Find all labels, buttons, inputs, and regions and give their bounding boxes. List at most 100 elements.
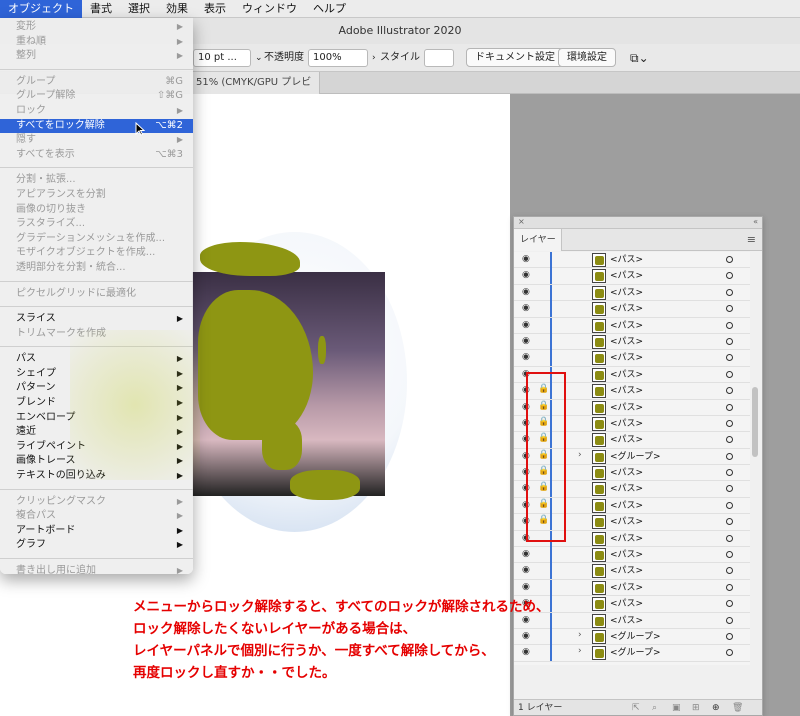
search-icon[interactable]: ⌕ xyxy=(652,700,657,716)
layer-name[interactable]: <パス> xyxy=(610,432,643,448)
layer-name[interactable]: <パス> xyxy=(610,285,643,301)
layer-name[interactable]: <パス> xyxy=(610,547,643,563)
target-circle-icon[interactable] xyxy=(726,370,733,378)
layer-row[interactable]: ◉ <パス> xyxy=(514,317,750,334)
menu-item[interactable]: アートボード ▶ xyxy=(0,524,193,539)
target-circle-icon[interactable] xyxy=(726,518,733,526)
visibility-eye-icon[interactable]: ◉ xyxy=(522,549,530,559)
target-circle-icon[interactable] xyxy=(726,485,733,493)
clipping-mask-icon[interactable]: ▣ xyxy=(672,700,681,716)
layer-name[interactable]: <パス> xyxy=(610,400,643,416)
menu-item[interactable]: すべてをロック解除 ⌥⌘2 xyxy=(0,118,193,134)
visibility-eye-icon[interactable]: ◉ xyxy=(522,254,530,264)
layer-name[interactable]: <パス> xyxy=(610,334,643,350)
layer-row[interactable]: ◉ <パス> xyxy=(514,579,750,597)
target-circle-icon[interactable] xyxy=(726,452,733,460)
target-circle-icon[interactable] xyxy=(726,551,733,559)
menu-item[interactable]: 効果 xyxy=(158,0,196,18)
target-circle-icon[interactable] xyxy=(726,567,733,575)
layer-name[interactable]: <パス> xyxy=(610,465,643,481)
visibility-eye-icon[interactable]: ◉ xyxy=(522,565,530,575)
layer-name[interactable]: <グループ> xyxy=(610,629,661,645)
target-circle-icon[interactable] xyxy=(726,649,733,657)
expand-chevron-icon[interactable]: › xyxy=(578,646,582,656)
target-circle-icon[interactable] xyxy=(726,337,733,345)
layer-row[interactable]: ◉ <パス> xyxy=(514,268,750,285)
target-circle-icon[interactable] xyxy=(726,288,733,296)
collapse-icon[interactable]: « xyxy=(753,217,758,226)
layer-row[interactable]: ◉ <パス> xyxy=(514,252,750,269)
menu-item[interactable]: スライス ▶ xyxy=(0,312,193,327)
visibility-eye-icon[interactable]: ◉ xyxy=(522,287,530,297)
layer-name[interactable]: <パス> xyxy=(610,318,643,334)
layer-name[interactable]: <パス> xyxy=(610,498,643,514)
target-circle-icon[interactable] xyxy=(726,632,733,640)
layer-name[interactable]: <パス> xyxy=(610,481,643,497)
target-circle-icon[interactable] xyxy=(726,583,733,591)
menu-item[interactable]: 表示 xyxy=(196,0,234,18)
layer-row[interactable]: ◉ <パス> xyxy=(514,350,750,367)
export-icon[interactable]: ⇱ xyxy=(632,700,640,716)
layer-name[interactable]: <パス> xyxy=(610,252,643,268)
layer-name[interactable]: <グループ> xyxy=(610,645,661,661)
layer-scrollbar[interactable] xyxy=(750,257,760,662)
layer-row[interactable]: ◉ <パス> xyxy=(514,563,750,580)
layer-name[interactable]: <パス> xyxy=(610,596,643,612)
style-swatch[interactable] xyxy=(424,49,454,67)
opacity-field[interactable]: 100% xyxy=(308,49,368,67)
layer-name[interactable]: <グループ> xyxy=(610,449,661,465)
menu-object[interactable]: オブジェクト xyxy=(0,0,82,18)
layer-name[interactable]: <パス> xyxy=(610,580,643,596)
chevron-down-icon[interactable]: ⌄ xyxy=(255,49,263,67)
target-circle-icon[interactable] xyxy=(726,501,733,509)
expand-chevron-icon[interactable]: › xyxy=(578,630,582,640)
target-circle-icon[interactable] xyxy=(726,305,733,313)
chevron-right-icon[interactable]: › xyxy=(372,49,376,67)
target-circle-icon[interactable] xyxy=(726,256,733,263)
scroll-thumb[interactable] xyxy=(752,387,758,457)
new-sublayer-icon[interactable]: ⊞ xyxy=(692,700,700,716)
visibility-eye-icon[interactable]: ◉ xyxy=(522,336,530,346)
stroke-weight-field[interactable]: 10 pt ... xyxy=(193,49,251,67)
expand-chevron-icon[interactable]: › xyxy=(578,450,582,460)
target-circle-icon[interactable] xyxy=(726,387,733,395)
layer-row[interactable]: ◉ <パス> xyxy=(514,284,750,302)
layer-name[interactable]: <パス> xyxy=(610,563,643,579)
layer-row[interactable]: ◉ <パス> xyxy=(514,547,750,564)
target-circle-icon[interactable] xyxy=(726,321,733,329)
target-circle-icon[interactable] xyxy=(726,403,733,411)
layer-name[interactable]: <パス> xyxy=(610,367,643,383)
target-circle-icon[interactable] xyxy=(726,600,733,608)
menu-item[interactable]: ヘルプ xyxy=(305,0,354,18)
close-icon[interactable]: × xyxy=(518,217,525,226)
layer-name[interactable]: <パス> xyxy=(610,514,643,530)
menu-item[interactable]: グラフ ▶ xyxy=(0,538,193,553)
trash-icon[interactable]: 🗑 xyxy=(732,700,743,716)
visibility-eye-icon[interactable]: ◉ xyxy=(522,303,530,313)
target-circle-icon[interactable] xyxy=(726,272,733,280)
preferences-button[interactable]: 環境設定 xyxy=(558,48,616,67)
visibility-eye-icon[interactable]: ◉ xyxy=(522,582,530,592)
target-circle-icon[interactable] xyxy=(726,616,733,624)
layer-name[interactable]: <パス> xyxy=(610,350,643,366)
layer-name[interactable]: <パス> xyxy=(610,416,643,432)
menu-item[interactable]: 選択 xyxy=(120,0,158,18)
layer-row[interactable]: ◉ <パス> xyxy=(514,333,750,351)
arrange-documents-icon[interactable]: ⧉⌄ xyxy=(630,49,649,67)
visibility-eye-icon[interactable]: ◉ xyxy=(522,320,530,330)
panel-menu-icon[interactable]: ≡ xyxy=(747,233,756,246)
new-layer-icon[interactable]: ⊕ xyxy=(712,700,720,716)
layer-name[interactable]: <パス> xyxy=(610,301,643,317)
layer-name[interactable]: <パス> xyxy=(610,383,643,399)
target-circle-icon[interactable] xyxy=(726,354,733,362)
document-tab[interactable]: 51% (CMYK/GPU プレビュー) xyxy=(190,72,320,110)
target-circle-icon[interactable] xyxy=(726,534,733,542)
layer-row[interactable]: ◉ <パス> xyxy=(514,301,750,318)
layer-name[interactable]: <パス> xyxy=(610,268,643,284)
tab-layers[interactable]: レイヤー xyxy=(514,229,562,251)
layer-name[interactable]: <パス> xyxy=(610,613,643,629)
menu-item[interactable]: 書式 xyxy=(82,0,120,18)
menu-item[interactable]: ウィンドウ xyxy=(234,0,305,18)
visibility-eye-icon[interactable]: ◉ xyxy=(522,352,530,362)
visibility-eye-icon[interactable]: ◉ xyxy=(522,270,530,280)
